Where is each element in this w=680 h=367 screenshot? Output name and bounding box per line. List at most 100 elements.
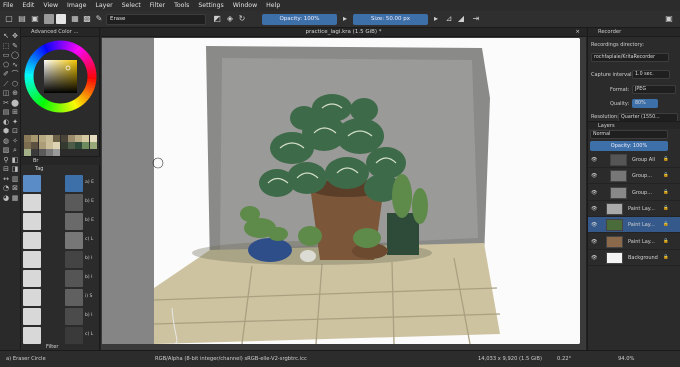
palette-swatch[interactable] [82,135,90,142]
brush-preset[interactable] [65,251,83,268]
menu-file[interactable]: File [3,2,13,9]
opacity-slider[interactable]: Opacity: 100% [262,14,337,25]
brush-preset[interactable] [23,175,41,192]
toolbox-tool-icon[interactable]: ⬤ [11,99,19,107]
layer-row[interactable]: 👁 Group All 🔒 [588,152,680,168]
palette-swatch[interactable] [24,135,31,142]
layer-row[interactable]: 👁 Paint Lay... 🔒 [588,234,680,250]
background-color-swatch[interactable] [56,14,66,24]
visibility-icon[interactable]: 👁 [591,234,597,250]
layer-opacity-slider[interactable]: Opacity: 100% [590,141,668,151]
lock-icon[interactable]: 🔒 [663,217,669,233]
toolbox-tool-icon[interactable]: ⊡ [11,127,19,135]
foreground-color-swatch[interactable] [44,14,54,24]
toolbox-tool-icon[interactable]: ⊞ [11,108,19,116]
palette-swatch[interactable] [31,135,39,142]
toolbox-tool-icon[interactable]: ↖ [2,32,10,40]
document-tab[interactable]: practice_lagi.kra (1.5 GiB) * × [101,28,586,37]
toolbox-tool-icon[interactable]: ▭ [2,51,10,59]
brush-preset[interactable] [23,270,41,287]
palette-swatch[interactable] [24,149,31,156]
brush-preset[interactable] [65,289,83,306]
brush-preset[interactable] [23,232,41,249]
open-document-icon[interactable]: ▤ [17,14,27,24]
menu-tools[interactable]: Tools [174,2,189,9]
palette-swatch[interactable] [45,149,53,156]
wrap-around-icon[interactable]: ⇥ [471,14,481,24]
palette-swatch[interactable] [60,135,68,142]
palette-swatch[interactable] [45,135,53,142]
toolbox-tool-icon[interactable]: ⬡ [11,80,19,88]
recordings-dir-field[interactable]: rochfaplaie/KritaRecorder [591,53,669,62]
menu-image[interactable]: Image [67,2,86,9]
menu-view[interactable]: View [43,2,58,9]
brush-preset[interactable] [23,194,41,211]
visibility-icon[interactable]: 👁 [591,168,597,184]
palette-swatch[interactable] [67,135,75,142]
toolbox-tool-icon[interactable]: ▦ [11,194,19,202]
brush-preset[interactable] [65,213,83,230]
toolbox-tool-icon[interactable]: ⬢ [2,127,10,135]
mirror-vertical-icon[interactable]: ◢ [456,14,466,24]
palette-swatch[interactable] [31,142,39,149]
size-lock-icon[interactable]: ▸ [431,14,441,24]
mirror-horizontal-icon[interactable]: ⊿ [444,14,454,24]
palette-swatch[interactable] [24,142,31,149]
visibility-icon[interactable]: 👁 [591,152,597,168]
toolbox-tool-icon[interactable]: ✐ [2,70,10,78]
palette-swatch[interactable] [53,149,61,156]
palette-swatch[interactable] [38,135,46,142]
size-slider[interactable]: Size: 50.00 px [353,14,428,25]
menu-select[interactable]: Select [122,2,141,9]
color-palette[interactable] [24,135,97,156]
visibility-icon[interactable]: 👁 [591,250,597,266]
lock-icon[interactable]: 🔒 [663,201,669,217]
toolbox-tool-icon[interactable]: ⊕ [11,89,19,97]
brush-preset[interactable] [65,175,83,192]
palette-swatch[interactable] [60,142,68,149]
layer-row[interactable]: 👁 Paint Lay... 🔒 [588,201,680,217]
palette-swatch[interactable] [89,142,97,149]
palette-swatch[interactable] [53,135,61,142]
visibility-icon[interactable]: 👁 [591,201,597,217]
palette-swatch[interactable] [82,142,90,149]
palette-swatch[interactable] [53,142,61,149]
visibility-icon[interactable]: 👁 [591,185,597,201]
toolbox-tool-icon[interactable]: ◍ [2,137,10,145]
brush-preset[interactable] [23,251,41,268]
palette-swatch[interactable] [75,135,83,142]
palette-swatch[interactable] [38,142,46,149]
quality-slider[interactable]: 80% [632,99,658,108]
toolbox-tool-icon[interactable]: ⊠ [11,184,19,192]
save-icon[interactable]: ▣ [30,14,40,24]
menu-layer[interactable]: Layer [95,2,112,9]
toolbox-tool-icon[interactable]: ⟋ [2,80,10,88]
palette-swatch[interactable] [31,149,39,156]
toolbox-tool-icon[interactable]: ◐ [2,118,10,126]
panel-toggle-icon[interactable]: ▣ [664,14,674,24]
toolbox-tool-icon[interactable]: ⬠ [2,61,10,69]
document-canvas[interactable] [102,38,580,344]
lock-icon[interactable]: 🔒 [663,152,669,168]
lock-icon[interactable]: 🔒 [663,168,669,184]
menu-settings[interactable]: Settings [198,2,223,9]
toolbox-tool-icon[interactable]: ◫ [2,89,10,97]
preserve-alpha-icon[interactable]: ◈ [225,14,235,24]
layer-row[interactable]: 👁 Group... 🔒 [588,185,680,201]
menu-edit[interactable]: Edit [22,2,34,9]
brush-tab[interactable]: Br [33,158,39,164]
layer-row[interactable]: 👁 Paint Lay... 🔒 [588,217,680,234]
toolbox-tool-icon[interactable]: ◔ [2,184,10,192]
brush-preset[interactable] [65,308,83,325]
brush-preset[interactable] [23,308,41,325]
palette-swatch[interactable] [75,142,83,149]
visibility-icon[interactable]: 👁 [591,217,597,233]
new-document-icon[interactable]: ▢ [4,14,14,24]
toolbox-tool-icon[interactable]: ⌒ [11,70,19,78]
format-select[interactable]: JPEG [632,85,676,94]
gradient-icon[interactable]: ▦ [70,14,80,24]
lock-icon[interactable]: 🔒 [663,234,669,250]
palette-swatch[interactable] [89,135,97,142]
brush-preset[interactable] [65,327,83,344]
palette-swatch[interactable] [45,142,53,149]
